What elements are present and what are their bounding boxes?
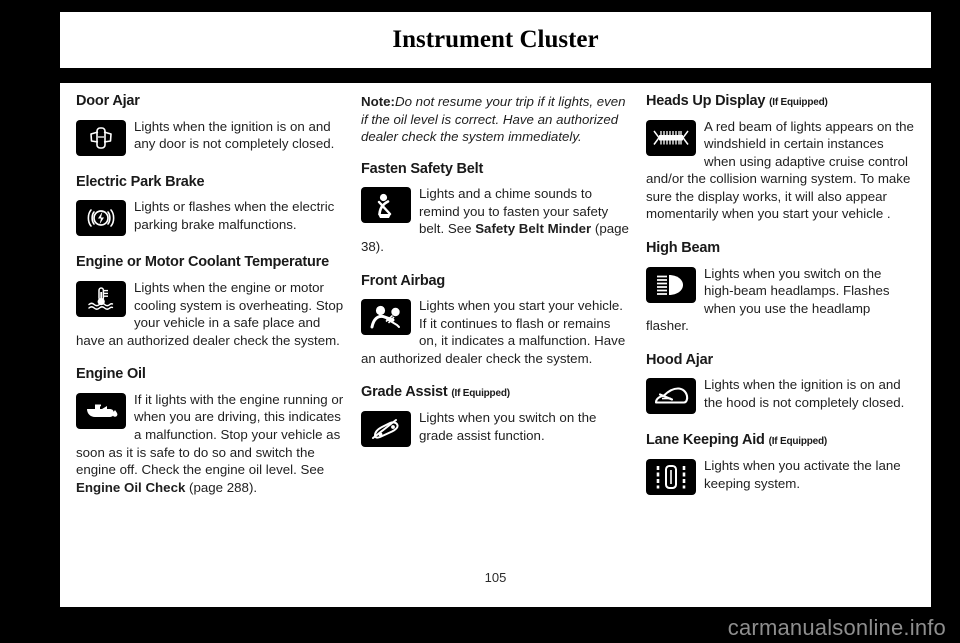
front-airbag-icon xyxy=(361,299,411,336)
indicator-heading: Hood Ajar xyxy=(646,351,713,368)
indicator-block: Engine Oil If it lights with the engine r… xyxy=(76,366,344,496)
indicator-heading: Fasten Safety Belt xyxy=(361,160,484,177)
note-block: Note:Do not resume your trip if it light… xyxy=(361,93,629,146)
heads-up-display-icon xyxy=(646,119,696,156)
note-body: Do not resume your trip if it lights, ev… xyxy=(361,94,626,145)
page-number: 105 xyxy=(484,570,507,585)
note-text: Note:Do not resume your trip if it light… xyxy=(361,93,629,146)
site-watermark: carmanualsonline.info xyxy=(727,615,946,640)
indicator-heading: Engine or Motor Coolant Temperature xyxy=(76,254,329,271)
indicator-block: Grade Assist (If Equipped) Lights when yo… xyxy=(361,384,629,448)
indicator-heading: Door Ajar xyxy=(76,93,140,109)
indicator-heading: Front Airbag xyxy=(361,272,446,289)
electric-park-brake-icon xyxy=(76,200,126,237)
indicator-block: Engine or Motor Coolant Temperature Light… xyxy=(76,254,344,349)
note-label: Note: xyxy=(361,94,395,109)
indicator-block: High Beam Lights when you switch on the h… xyxy=(646,240,914,335)
indicator-block: Lane Keeping Aid (If Equipped) Lights whe… xyxy=(646,432,914,496)
column-1: Door Ajar Lights when the ignition is on … xyxy=(68,93,353,548)
lane-keeping-aid-icon xyxy=(646,459,696,496)
indicator-heading: Electric Park Brake xyxy=(76,173,205,190)
column-3: Heads Up Display (If Equipped) A red beam… xyxy=(638,93,923,548)
indicator-block: Hood Ajar Lights when the ignition is on … xyxy=(646,352,914,416)
column-2: Note:Do not resume your trip if it light… xyxy=(353,93,638,548)
optional-tag: (If Equipped) xyxy=(768,436,828,448)
indicator-heading: Heads Up Display (If Equipped) xyxy=(646,93,828,109)
page-sheet: Door Ajar Lights when the ignition is on … xyxy=(60,83,931,607)
high-beam-icon xyxy=(646,266,696,303)
indicator-heading: High Beam xyxy=(646,239,720,256)
coolant-temperature-icon xyxy=(76,281,126,318)
inline-bold: Safety Belt Minder xyxy=(475,221,592,237)
engine-oil-icon xyxy=(76,392,126,429)
page-header-band: Instrument Cluster xyxy=(60,12,931,68)
indicator-heading: Lane Keeping Aid (If Equipped) xyxy=(646,432,828,449)
optional-tag: (If Equipped) xyxy=(769,97,828,108)
content-columns: Door Ajar Lights when the ignition is on … xyxy=(68,93,923,548)
hood-ajar-icon xyxy=(646,378,696,415)
page-title: Instrument Cluster xyxy=(392,26,599,53)
indicator-heading: Grade Assist (If Equipped) xyxy=(361,384,510,401)
indicator-block: Electric Park Brake Lights or flashes whe… xyxy=(76,174,344,238)
optional-tag: (If Equipped) xyxy=(451,388,510,400)
door-ajar-icon xyxy=(76,119,126,156)
indicator-block: Front Airbag Lights when you start your v… xyxy=(361,273,629,368)
indicator-block: Door Ajar Lights when the ignition is on … xyxy=(76,93,344,157)
indicator-block: Heads Up Display (If Equipped) A red beam… xyxy=(646,93,914,223)
grade-assist-icon xyxy=(361,411,411,448)
safety-belt-icon xyxy=(361,187,411,224)
indicator-heading: Engine Oil xyxy=(76,366,146,383)
inline-bold: Engine Oil Check xyxy=(76,479,186,495)
indicator-block: Fasten Safety Belt Lights and a chime sou… xyxy=(361,161,629,256)
